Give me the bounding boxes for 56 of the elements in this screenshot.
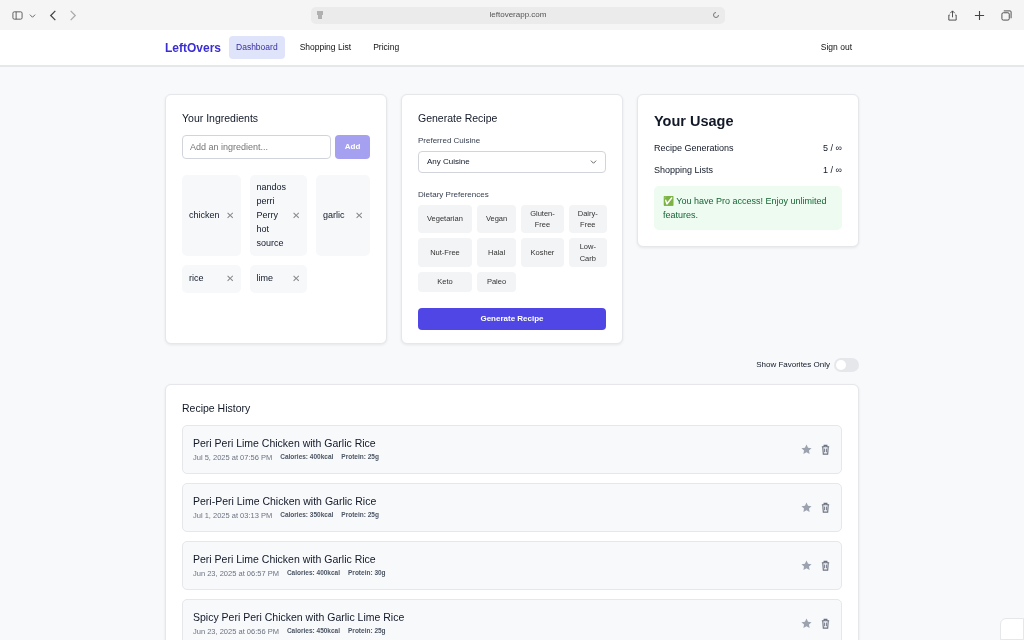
back-icon[interactable] xyxy=(48,9,59,21)
star-icon[interactable] xyxy=(801,559,812,571)
pro-access-notice: ✅ You have Pro access! Enjoy unlimited features. xyxy=(654,185,842,231)
remove-button[interactable]: ✕ xyxy=(225,207,234,224)
card-title: Your Usage xyxy=(654,112,735,131)
plus-icon[interactable] xyxy=(974,9,985,21)
share-icon[interactable] xyxy=(947,9,958,21)
trash-icon[interactable] xyxy=(820,443,831,455)
usage-label: Shopping Lists xyxy=(654,164,714,178)
nav-tab[interactable]: Dashboard xyxy=(229,36,285,59)
usage-value: 5 / ∞ xyxy=(823,141,842,155)
url-text: leftoverapp.com xyxy=(489,9,547,21)
chip-text: chicken xyxy=(189,208,220,222)
chevron-down-icon[interactable] xyxy=(29,11,36,19)
chip-text: garlic xyxy=(323,208,346,222)
remove-button[interactable]: ✕ xyxy=(355,207,363,224)
usage-value: 1 / ∞ xyxy=(823,164,842,178)
nav-tab[interactable]: Shopping List xyxy=(292,36,359,59)
card-title: Recipe History xyxy=(182,401,252,416)
remove-button[interactable]: ✕ xyxy=(225,271,234,287)
field-label: Dietary Preferences xyxy=(418,188,490,201)
star-icon[interactable] xyxy=(801,501,812,513)
chip-text: rice xyxy=(189,272,205,286)
address-bar[interactable]: leftoverapp.com xyxy=(311,6,725,24)
trash-icon[interactable] xyxy=(820,559,831,571)
card-title: Generate Recipe xyxy=(418,111,499,126)
favorites-toggle[interactable] xyxy=(834,358,859,372)
page-icon xyxy=(316,11,324,19)
star-icon[interactable] xyxy=(801,617,812,629)
remove-button[interactable]: ✕ xyxy=(292,271,301,287)
star-icon[interactable] xyxy=(801,443,812,455)
nav-tab[interactable]: Pricing xyxy=(366,36,407,59)
reload-icon[interactable] xyxy=(712,11,720,19)
recipe-title: Spicy Peri Peri Chicken with Garlic Lime Rice xyxy=(193,609,406,625)
sign-out-link[interactable]: Sign out xyxy=(813,36,859,59)
sidebar-icon[interactable] xyxy=(12,9,23,21)
forward-icon[interactable] xyxy=(67,9,78,21)
brand-logo[interactable]: LeftOvers xyxy=(165,38,222,57)
card-title: Your Ingredients xyxy=(182,111,260,126)
usage-label: Recipe Generations xyxy=(654,141,734,155)
recipe-title: Peri Peri Lime Chicken with Garlic Rice xyxy=(193,435,377,451)
tabs-icon[interactable] xyxy=(1001,9,1012,21)
chevron-down-icon xyxy=(590,158,597,166)
trash-icon[interactable] xyxy=(820,501,831,513)
trash-icon[interactable] xyxy=(820,617,831,629)
chip-text: nandos perri Perry hot source xyxy=(256,180,287,250)
chip-text: lime xyxy=(256,272,275,286)
select-value: Any Cuisine xyxy=(427,155,470,168)
cuisine-select[interactable]: Any Cuisine xyxy=(418,150,606,173)
field-label: Preferred Cuisine xyxy=(418,134,482,147)
recipe-title: Peri Peri Lime Chicken with Garlic Rice xyxy=(193,551,377,567)
ingredient-input[interactable]: Add an ingredient... xyxy=(182,134,331,159)
recipe-title: Peri-Peri Lime Chicken with Garlic Rice xyxy=(193,493,378,509)
generate-recipe-button[interactable]: Generate Recipe xyxy=(418,307,606,330)
toggle-label: Show Favorites Only xyxy=(756,359,830,371)
remove-button[interactable]: ✕ xyxy=(292,207,301,224)
